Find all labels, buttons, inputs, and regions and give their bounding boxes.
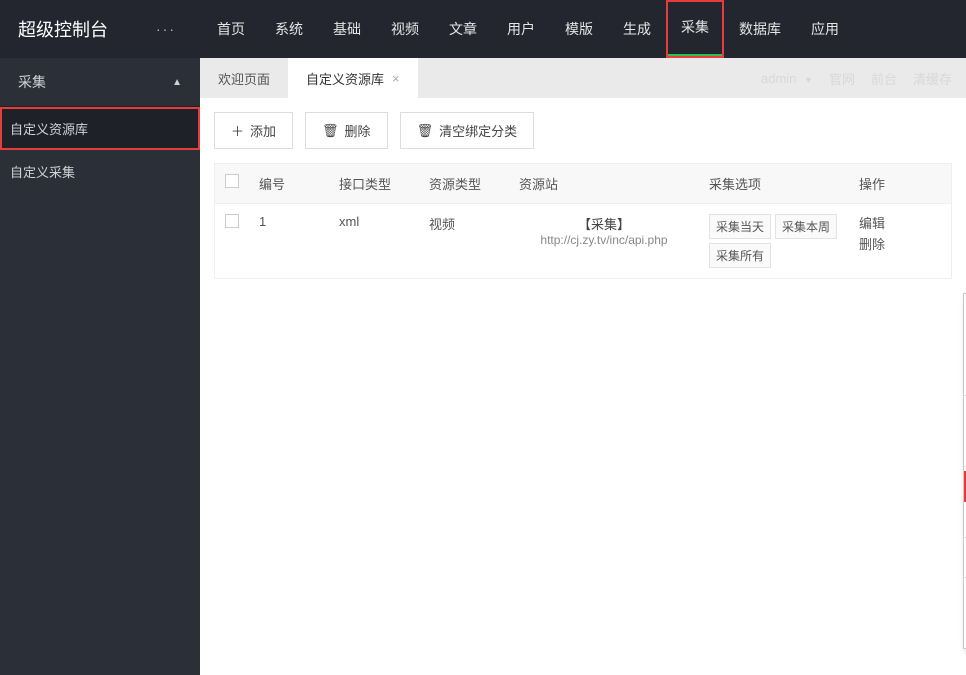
- topnav-item-7[interactable]: 生成: [608, 0, 666, 58]
- collect-link[interactable]: 【采集】: [519, 214, 689, 233]
- th-restype: 资源类型: [419, 164, 509, 204]
- brand-title: 超级控制台: [0, 16, 138, 42]
- cell-restype: 视频: [419, 204, 509, 279]
- more-icon[interactable]: ···: [138, 21, 194, 37]
- clear-binding-button[interactable]: 🗑 清空绑定分类: [400, 112, 535, 149]
- clear-label: 清空绑定分类: [439, 121, 517, 140]
- sidebar-item-1[interactable]: 自定义采集: [0, 150, 200, 193]
- topnav: 首页系统基础视频文章用户模版生成采集数据库应用: [202, 0, 854, 58]
- main: 欢迎页面自定义资源库× admin ▼ 官网 前台 清缓存 ＋ 添加 🗑 删: [200, 58, 966, 675]
- add-label: 添加: [250, 121, 276, 140]
- cell-options: 采集当天 采集本周 采集所有: [699, 204, 849, 279]
- delete-link[interactable]: 删除: [859, 235, 941, 256]
- cell-site: 【采集】 http://cj.zy.tv/inc/api.php: [509, 204, 699, 279]
- body: 采集 ▲ 自定义资源库自定义采集 欢迎页面自定义资源库× admin ▼ 官网 …: [0, 58, 966, 675]
- table-row: 1 xml 视频 【采集】 http://cj.zy.tv/inc/api.ph…: [215, 204, 952, 279]
- sidebar-section-collect[interactable]: 采集 ▲: [0, 58, 200, 107]
- delete-label: 删除: [345, 121, 371, 140]
- topnav-item-1[interactable]: 系统: [260, 0, 318, 58]
- close-icon[interactable]: ×: [392, 71, 400, 86]
- topnav-item-8[interactable]: 采集: [666, 0, 724, 58]
- link-official[interactable]: 官网: [829, 69, 855, 88]
- topnav-item-2[interactable]: 基础: [318, 0, 376, 58]
- tab-label: 欢迎页面: [218, 69, 270, 88]
- table-header-row: 编号 接口类型 资源类型 资源站 采集选项 操作: [215, 164, 952, 204]
- th-id: 编号: [249, 164, 329, 204]
- topnav-item-10[interactable]: 应用: [796, 0, 854, 58]
- user-menu[interactable]: admin ▼: [761, 71, 813, 86]
- topnav-item-3[interactable]: 视频: [376, 0, 434, 58]
- th-apitype: 接口类型: [329, 164, 419, 204]
- trash-icon: 🗑: [322, 123, 339, 139]
- chevron-down-icon: ▼: [804, 75, 813, 85]
- link-clearcache[interactable]: 清缓存: [913, 69, 952, 88]
- topnav-item-9[interactable]: 数据库: [724, 0, 796, 58]
- sidebar-item-0[interactable]: 自定义资源库: [0, 107, 200, 150]
- cell-apitype: xml: [329, 204, 419, 279]
- tab-0[interactable]: 欢迎页面: [200, 58, 288, 98]
- trash-icon: 🗑: [417, 123, 434, 139]
- collect-today-button[interactable]: 采集当天: [709, 214, 771, 239]
- sidebar: 采集 ▲ 自定义资源库自定义采集: [0, 58, 200, 675]
- topnav-item-6[interactable]: 模版: [550, 0, 608, 58]
- resource-table: 编号 接口类型 资源类型 资源站 采集选项 操作 1 xml 视频: [214, 163, 952, 279]
- user-label: admin: [761, 71, 796, 86]
- chevron-up-icon: ▲: [172, 77, 182, 88]
- tab-1[interactable]: 自定义资源库 ×: [288, 58, 418, 98]
- th-ops: 操作: [849, 164, 952, 204]
- edit-link[interactable]: 编辑: [859, 214, 941, 235]
- collect-all-button[interactable]: 采集所有: [709, 243, 771, 268]
- tab-label: 自定义资源库: [306, 69, 384, 88]
- topnav-item-0[interactable]: 首页: [202, 0, 260, 58]
- link-frontend[interactable]: 前台: [871, 69, 897, 88]
- cell-ops: 编辑 删除: [849, 204, 952, 279]
- collect-week-button[interactable]: 采集本周: [775, 214, 837, 239]
- api-url[interactable]: http://cj.zy.tv/inc/api.php: [519, 233, 689, 247]
- toolbar: ＋ 添加 🗑 删除 🗑 清空绑定分类: [214, 112, 952, 149]
- cell-id: 1: [249, 204, 329, 279]
- plus-icon: ＋: [231, 121, 244, 140]
- add-button[interactable]: ＋ 添加: [214, 112, 293, 149]
- content: ＋ 添加 🗑 删除 🗑 清空绑定分类 编号 接口类型: [200, 98, 966, 675]
- th-options: 采集选项: [699, 164, 849, 204]
- checkbox-row[interactable]: [225, 214, 239, 228]
- delete-button[interactable]: 🗑 删除: [305, 112, 388, 149]
- checkbox-all[interactable]: [225, 174, 239, 188]
- sidebar-section-label: 采集: [18, 72, 46, 92]
- tabs-right: admin ▼ 官网 前台 清缓存: [761, 58, 952, 98]
- th-site: 资源站: [509, 164, 699, 204]
- topnav-item-5[interactable]: 用户: [492, 0, 550, 58]
- tabs-row: 欢迎页面 自定义资源库 × admin ▼ 官网 前台 清缓存: [200, 58, 966, 98]
- topnav-item-4[interactable]: 文章: [434, 0, 492, 58]
- topbar: 超级控制台 ··· 首页系统基础视频文章用户模版生成采集数据库应用: [0, 0, 966, 58]
